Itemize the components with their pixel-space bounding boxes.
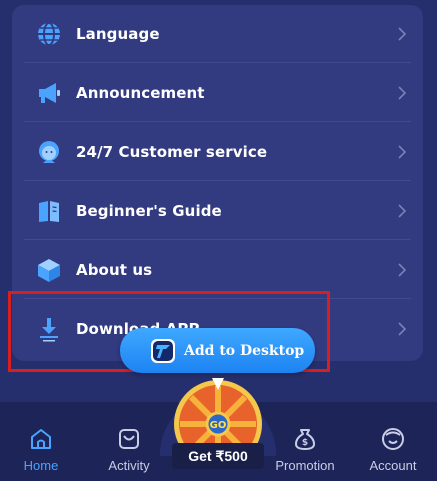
menu-item-label: 24/7 Customer service <box>76 142 268 161</box>
chevron-right-icon <box>398 204 407 218</box>
wheel-go-text: GO <box>210 420 227 431</box>
menu-item-label: Announcement <box>76 83 205 102</box>
book-icon <box>36 198 62 224</box>
tab-label: Home <box>23 458 59 473</box>
add-to-desktop-button[interactable]: Add to Desktop <box>120 328 315 373</box>
menu-item-announcement[interactable]: Announcement <box>24 64 411 122</box>
tab-home[interactable]: Home <box>6 402 76 481</box>
menu-item-beginners-guide[interactable]: Beginner's Guide <box>24 182 411 240</box>
add-to-desktop-label: Add to Desktop <box>184 342 305 359</box>
menu-item-customer-service[interactable]: 24/7 Customer service <box>24 123 411 181</box>
menu-item-label: Language <box>76 24 160 43</box>
chevron-right-icon <box>398 27 407 41</box>
cube-icon <box>36 257 62 283</box>
money-bag-icon: $ <box>295 429 315 450</box>
menu-item-label: About us <box>76 260 153 279</box>
globe-icon <box>36 21 62 47</box>
megaphone-icon <box>36 80 62 106</box>
home-icon <box>31 429 51 449</box>
tab-label: Promotion <box>275 458 335 473</box>
chevron-right-icon <box>398 86 407 100</box>
menu-item-language[interactable]: Language <box>24 5 411 63</box>
support-agent-icon <box>36 139 62 165</box>
gift-bag-icon <box>119 429 139 449</box>
promo-label[interactable]: Get ₹500 <box>172 443 264 469</box>
chevron-right-icon <box>398 263 407 277</box>
tab-activity[interactable]: Activity <box>94 402 164 481</box>
tab-label: Account <box>369 458 417 473</box>
tab-account[interactable]: Account <box>358 402 428 481</box>
chevron-right-icon <box>398 145 407 159</box>
svg-text:$: $ <box>302 438 308 448</box>
chevron-right-icon <box>398 322 407 336</box>
tab-label: Activity <box>108 458 150 473</box>
menu-item-label: Beginner's Guide <box>76 201 222 220</box>
tab-promotion[interactable]: $ Promotion <box>270 402 340 481</box>
user-face-icon <box>382 428 404 450</box>
spin-wheel-icon: GO <box>174 378 262 468</box>
app-logo-icon <box>151 338 175 363</box>
